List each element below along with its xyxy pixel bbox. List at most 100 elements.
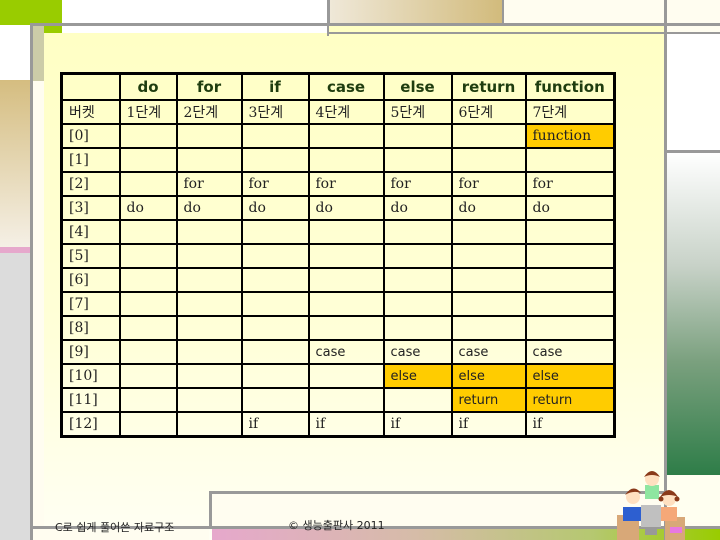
- decor-left-pink-line: [0, 247, 30, 253]
- table-row: [2] for for for for for for: [60, 171, 616, 197]
- bucket-cell: [382, 147, 453, 173]
- decor-right-white: [667, 34, 720, 151]
- table-row: [11] return return: [60, 387, 616, 413]
- bucket-cell: [118, 363, 178, 389]
- bucket-cell: [118, 411, 178, 438]
- header-stage-cell: 1단계: [118, 99, 178, 125]
- bucket-cell: [240, 339, 310, 365]
- bucket-index-cell: [10]: [60, 363, 121, 389]
- bucket-cell: do: [307, 195, 385, 221]
- bucket-cell: [240, 315, 310, 341]
- bucket-cell: [240, 387, 310, 413]
- bucket-cell: [450, 315, 527, 341]
- bucket-cell: [382, 219, 453, 245]
- bucket-index-cell: [7]: [60, 291, 121, 317]
- header-keyword-cell: do: [118, 72, 178, 101]
- decor-top-rule-2: [327, 32, 720, 34]
- hash-bucket-table: do for if case else return function 버켓 1…: [60, 72, 616, 438]
- header-keyword-cell: [60, 72, 121, 101]
- bucket-cell: [307, 267, 385, 293]
- table-row: [5]: [60, 243, 616, 269]
- bucket-index-cell: [4]: [60, 219, 121, 245]
- bucket-cell: [240, 123, 310, 149]
- bucket-cell: [118, 387, 178, 413]
- table-row: [8]: [60, 315, 616, 341]
- bucket-cell: [450, 243, 527, 269]
- bucket-cell: [307, 243, 385, 269]
- bucket-cell: [175, 363, 243, 389]
- bucket-cell: [240, 147, 310, 173]
- bucket-cell: return: [524, 387, 616, 413]
- table-row: [3] do do do do do do do: [60, 195, 616, 221]
- decor-right-green-gradient: [667, 153, 720, 475]
- bucket-cell: [450, 219, 527, 245]
- bucket-index-cell: [0]: [60, 123, 121, 149]
- bucket-cell: [382, 315, 453, 341]
- header-stage-cell: 2단계: [175, 99, 243, 125]
- bucket-cell: if: [382, 411, 453, 438]
- bucket-cell: [382, 123, 453, 149]
- bucket-cell: [450, 123, 527, 149]
- header-keyword-cell: for: [175, 72, 243, 101]
- decor-top-rule: [30, 23, 720, 26]
- bucket-cell: [307, 123, 385, 149]
- decor-left-rule: [30, 25, 33, 540]
- bucket-cell: if: [307, 411, 385, 438]
- bucket-cell: [382, 387, 453, 413]
- bucket-cell: do: [524, 195, 616, 221]
- bucket-cell: case: [450, 339, 527, 365]
- bucket-cell: do: [175, 195, 243, 221]
- table-row: [12] if if if if if: [60, 411, 616, 438]
- header-keyword-cell: return: [450, 72, 527, 101]
- decor-left-white: [0, 25, 30, 80]
- bucket-cell: if: [450, 411, 527, 438]
- bucket-cell: [382, 267, 453, 293]
- bucket-cell: [175, 123, 243, 149]
- bucket-cell: [240, 363, 310, 389]
- bucket-cell: [175, 243, 243, 269]
- bucket-index-cell: [2]: [60, 171, 121, 197]
- bucket-cell: [524, 267, 616, 293]
- table-row: [4]: [60, 219, 616, 245]
- bucket-cell: case: [307, 339, 385, 365]
- bucket-cell: do: [118, 195, 178, 221]
- header-stage-cell: 5단계: [382, 99, 453, 125]
- bucket-cell: [524, 291, 616, 317]
- bucket-index-cell: [3]: [60, 195, 121, 221]
- bucket-cell: do: [450, 195, 527, 221]
- bucket-cell: [450, 147, 527, 173]
- header-keyword-cell: function: [524, 72, 616, 101]
- decor-gold-banner: [328, 0, 504, 23]
- header-stage-cell: 3단계: [240, 99, 310, 125]
- bucket-cell: [175, 267, 243, 293]
- bucket-cell: [450, 267, 527, 293]
- decor-bottom-box: [209, 491, 667, 528]
- decor-white-top: [62, 0, 327, 33]
- bucket-cell: [175, 219, 243, 245]
- bucket-cell: [524, 315, 616, 341]
- bucket-cell: [118, 219, 178, 245]
- bucket-cell: [118, 339, 178, 365]
- table-row: [10] else else else: [60, 363, 616, 389]
- bucket-cell: [118, 315, 178, 341]
- decor-right-rule-h: [667, 150, 720, 153]
- decor-left-gray: [0, 248, 30, 540]
- header-stage-cell: 버켓: [60, 99, 121, 125]
- bucket-cell: return: [450, 387, 527, 413]
- bucket-cell: for: [450, 171, 527, 197]
- bucket-cell: else: [382, 363, 453, 389]
- bucket-cell: else: [524, 363, 616, 389]
- bucket-cell: [240, 291, 310, 317]
- header-keyword-row: do for if case else return function: [60, 72, 616, 101]
- bucket-cell: [307, 363, 385, 389]
- bucket-cell: [307, 147, 385, 173]
- bucket-cell: [175, 147, 243, 173]
- bucket-cell: [118, 243, 178, 269]
- bucket-cell: case: [382, 339, 453, 365]
- bucket-cell: case: [524, 339, 616, 365]
- table-row: [1]: [60, 147, 616, 173]
- bucket-index-cell: [5]: [60, 243, 121, 269]
- bucket-cell: [175, 387, 243, 413]
- bucket-cell: [307, 315, 385, 341]
- bucket-index-cell: [11]: [60, 387, 121, 413]
